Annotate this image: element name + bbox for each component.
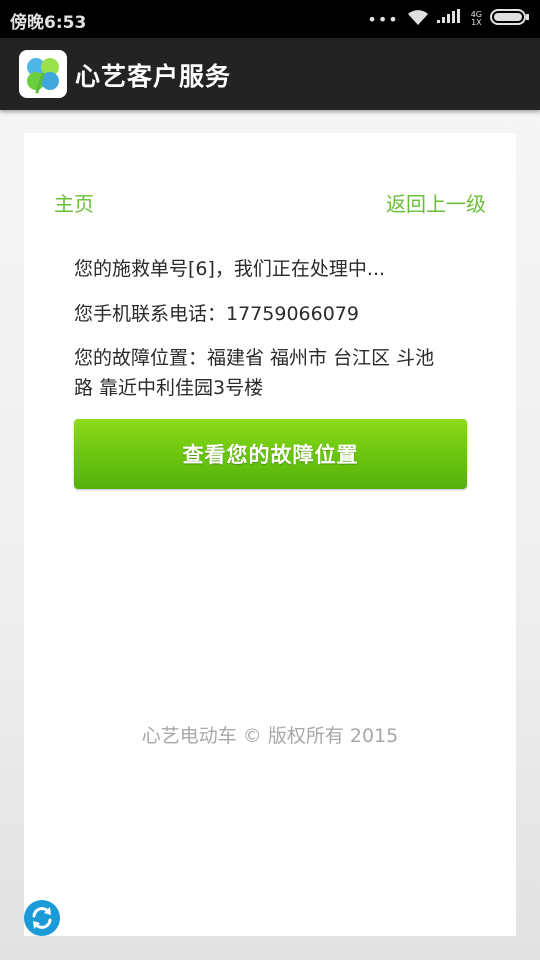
fault-location-text: 您的故障位置：福建省 福州市 台江区 斗池 路 靠近中利佳园3号楼 — [74, 343, 474, 403]
back-link[interactable]: 返回上一级 — [386, 188, 486, 217]
phone-number-text: 您手机联系电话：17759066079 — [74, 303, 359, 325]
wifi-icon — [407, 8, 429, 30]
content-card: 主页 返回上一级 您的施救单号[6]，我们正在处理中... 您手机联系电话：17… — [24, 133, 516, 936]
home-link[interactable]: 主页 — [54, 188, 94, 217]
refresh-icon — [32, 907, 52, 929]
app-bar: 心艺客户服务 — [0, 38, 540, 110]
view-fault-location-button[interactable]: 查看您的故障位置 — [74, 419, 467, 489]
rescue-number-text: 您的施救单号[6]，我们正在处理中... — [74, 258, 386, 280]
network-type-bottom: 1X — [471, 18, 482, 27]
fault-location-line-2: 路 靠近中利佳园3号楼 — [74, 377, 264, 399]
network-type: 4G 1X — [471, 11, 482, 27]
signal-icon — [436, 9, 463, 29]
fault-location-line-1: 您的故障位置：福建省 福州市 台江区 斗池 — [74, 347, 435, 369]
copyright-text: 心艺电动车 © 版权所有 2015 — [141, 725, 399, 747]
status-icons: ••• 4G 1X — [367, 8, 530, 30]
status-time: 傍晚6:53 — [10, 13, 87, 33]
battery-icon — [490, 9, 530, 29]
refresh-button[interactable] — [24, 900, 60, 936]
four-leaf-clover-logo-icon — [19, 50, 67, 98]
app-title: 心艺客户服务 — [75, 62, 232, 91]
more-dots: ••• — [367, 9, 399, 29]
status-bar: 傍晚6:53 ••• 4G 1X — [0, 0, 540, 38]
